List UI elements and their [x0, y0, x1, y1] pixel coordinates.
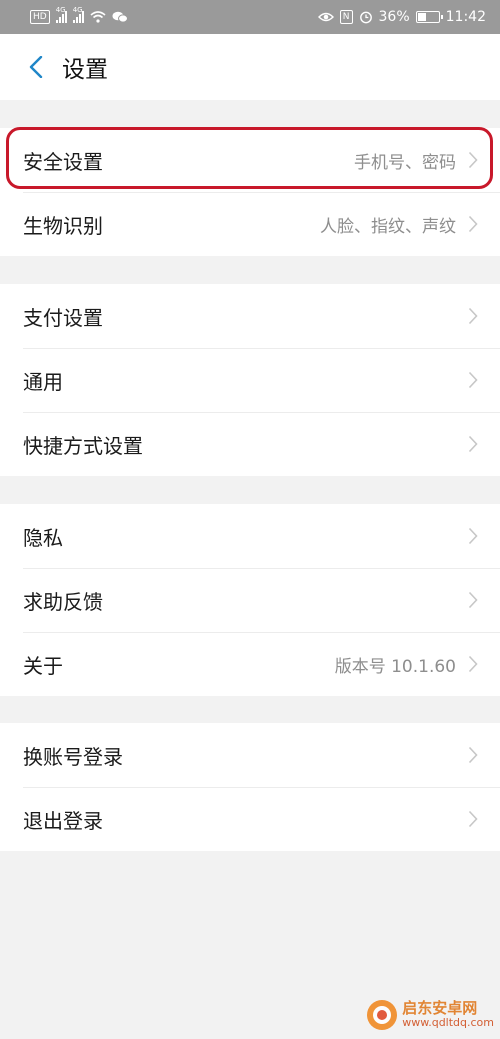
settings-group-about: 隐私 求助反馈 关于 版本号 10.1.60	[0, 504, 500, 696]
help-feedback-item[interactable]: 求助反馈	[0, 568, 500, 632]
eye-icon	[317, 12, 334, 22]
item-value: 手机号、密码	[354, 152, 456, 173]
item-label: 换账号登录	[23, 744, 123, 769]
status-bar-left: HD 4G 4G	[30, 6, 128, 24]
chevron-right-icon	[468, 371, 478, 389]
item-label: 快捷方式设置	[23, 433, 143, 458]
wechat-icon	[112, 11, 128, 23]
item-label: 隐私	[23, 525, 63, 550]
version-value: 版本号 10.1.60	[334, 656, 456, 677]
settings-group-account-security: 安全设置 手机号、密码 生物识别 人脸、指纹、声纹	[0, 128, 500, 256]
privacy-item[interactable]: 隐私	[0, 504, 500, 568]
chevron-right-icon	[468, 810, 478, 828]
watermark-logo-icon	[367, 1000, 398, 1030]
switch-account-item[interactable]: 换账号登录	[0, 723, 500, 787]
network-label: 4G	[55, 6, 66, 14]
chevron-right-icon	[468, 215, 478, 233]
watermark: 启东安卓网 www.qdltdq.com	[366, 999, 494, 1031]
item-label: 退出登录	[23, 808, 103, 833]
chevron-right-icon	[468, 746, 478, 764]
signal-icon: 4G	[55, 6, 67, 23]
back-button[interactable]	[12, 34, 60, 100]
battery-percent: 36%	[378, 9, 410, 25]
settings-group-general: 支付设置 通用 快捷方式设置	[0, 284, 500, 476]
item-label: 支付设置	[23, 305, 103, 330]
status-bar-right: N 36% 11:42	[317, 9, 486, 25]
item-label: 安全设置	[23, 149, 103, 174]
settings-group-account: 换账号登录 退出登录	[0, 723, 500, 851]
nfc-icon: N	[339, 10, 353, 24]
watermark-text: 启东安卓网 www.qdltdq.com	[402, 999, 494, 1030]
chevron-right-icon	[468, 307, 478, 325]
about-item[interactable]: 关于 版本号 10.1.60	[0, 632, 500, 696]
chevron-right-icon	[468, 655, 478, 673]
chevron-left-icon	[29, 56, 43, 78]
clock: 11:42	[445, 9, 486, 25]
payment-settings-item[interactable]: 支付设置	[0, 284, 500, 348]
network-label: 4G	[72, 6, 83, 14]
shortcut-settings-item[interactable]: 快捷方式设置	[0, 412, 500, 476]
chevron-right-icon	[468, 151, 478, 169]
item-label: 求助反馈	[23, 589, 103, 614]
security-settings-item[interactable]: 安全设置 手机号、密码	[0, 128, 500, 192]
page-title: 设置	[62, 57, 108, 83]
chevron-right-icon	[468, 591, 478, 609]
item-value: 人脸、指纹、声纹	[320, 216, 456, 237]
battery-icon	[415, 11, 443, 23]
general-item[interactable]: 通用	[0, 348, 500, 412]
watermark-url: www.qdltdq.com	[402, 1016, 494, 1030]
hd-badge: HD	[30, 10, 50, 24]
chevron-right-icon	[468, 435, 478, 453]
item-label: 关于	[23, 653, 63, 678]
status-bar: HD 4G 4G N 36% 11:42	[0, 0, 500, 34]
item-label: 通用	[23, 369, 63, 394]
watermark-name: 启东安卓网	[402, 999, 478, 1018]
alarm-icon	[359, 11, 372, 24]
item-label: 生物识别	[23, 213, 103, 238]
biometrics-item[interactable]: 生物识别 人脸、指纹、声纹	[0, 192, 500, 256]
signal-icon: 4G	[72, 6, 84, 23]
chevron-right-icon	[468, 527, 478, 545]
logout-item[interactable]: 退出登录	[0, 787, 500, 851]
wifi-icon	[90, 11, 106, 23]
header-bar: 设置	[0, 34, 500, 100]
